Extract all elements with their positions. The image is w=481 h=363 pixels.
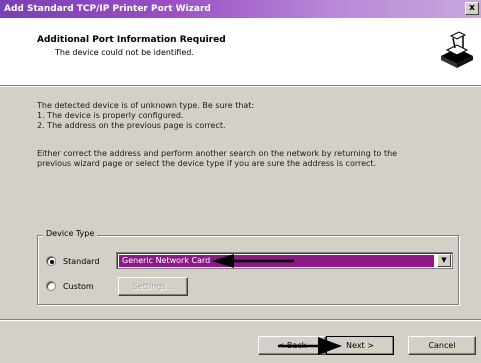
chevron-down-icon[interactable]: ▼ bbox=[437, 254, 451, 267]
device-type-group bbox=[37, 235, 459, 305]
window-title: Add Standard TCP/IP Printer Port Wizard bbox=[4, 4, 211, 14]
standard-radio[interactable] bbox=[46, 256, 56, 266]
instruction-line-1: The detected device is of unknown type. … bbox=[37, 101, 255, 110]
instruction-line-3: 2. The address on the previous page is c… bbox=[37, 121, 226, 130]
instruction-line-2: 1. The device is properly configured. bbox=[37, 111, 184, 120]
custom-radio-label[interactable]: Custom bbox=[63, 282, 94, 291]
title-bar[interactable]: Add Standard TCP/IP Printer Port Wizard bbox=[0, 0, 481, 18]
custom-radio[interactable] bbox=[46, 281, 56, 291]
settings-button[interactable]: Settings... bbox=[118, 277, 188, 296]
header-separator bbox=[0, 85, 481, 87]
header-subtitle: The device could not be identified. bbox=[55, 48, 194, 57]
standard-radio-label[interactable]: Standard bbox=[63, 257, 99, 266]
back-button[interactable]: < Back bbox=[258, 336, 326, 355]
footer-separator bbox=[0, 319, 481, 321]
device-type-label: Device Type bbox=[43, 229, 98, 238]
instruction-line-4: Either correct the address and perform a… bbox=[37, 149, 398, 158]
wizard-window: Add Standard TCP/IP Printer Port Wizard … bbox=[0, 0, 481, 363]
dropdown-selected-value: Generic Network Card bbox=[119, 255, 434, 267]
cancel-button[interactable]: Cancel bbox=[408, 336, 476, 355]
device-type-dropdown[interactable]: Generic Network Card ▼ bbox=[116, 252, 453, 269]
next-button[interactable]: Next > bbox=[326, 336, 394, 355]
header-title: Additional Port Information Required bbox=[37, 35, 226, 45]
instruction-line-5: previous wizard page or select the devic… bbox=[37, 159, 377, 168]
close-button[interactable]: x bbox=[465, 2, 479, 15]
wizard-header: Additional Port Information Required The… bbox=[0, 18, 481, 85]
printer-wizard-icon bbox=[437, 26, 475, 70]
